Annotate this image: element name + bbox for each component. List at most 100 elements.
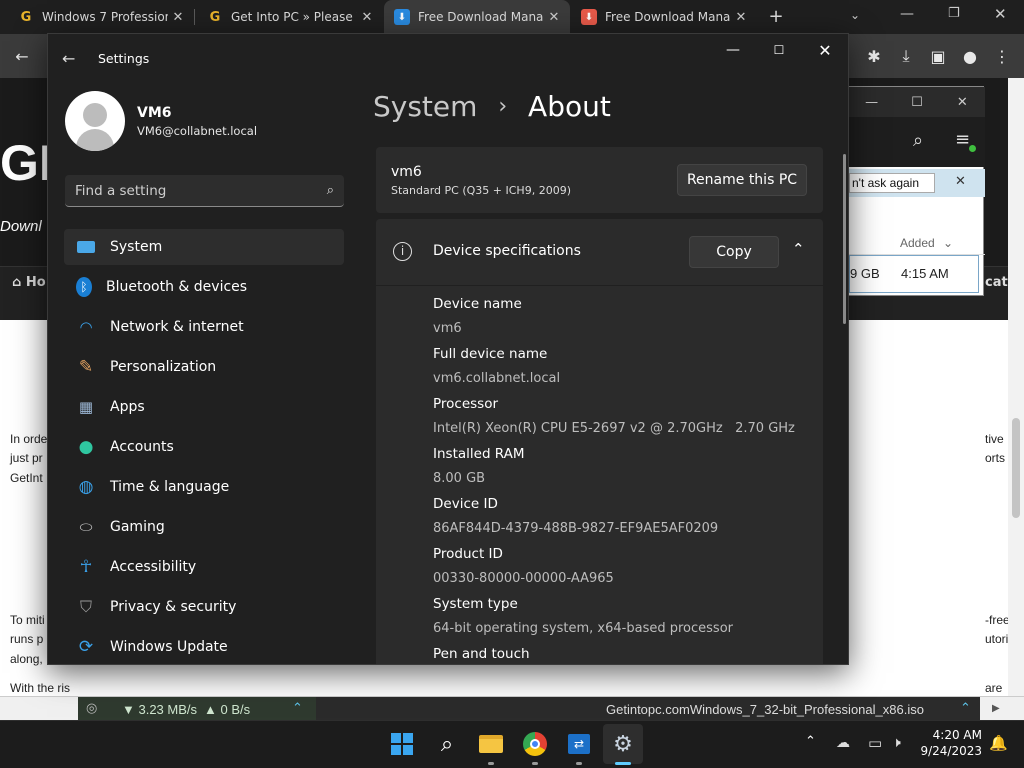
page-text-line: just pr	[10, 451, 43, 465]
page-text-line: GetInt	[10, 471, 43, 485]
nav-item-gaming[interactable]: ⬭ Gaming	[64, 509, 344, 545]
download-icon[interactable]: ⤓	[890, 40, 922, 72]
network-icon[interactable]: ▭	[868, 734, 882, 752]
rename-pc-button[interactable]: Rename this PC	[677, 164, 807, 196]
file-explorer-icon[interactable]	[471, 724, 511, 764]
browser-menu-icon[interactable]: ⋮	[986, 40, 1018, 72]
copy-button[interactable]: Copy	[689, 236, 779, 268]
browser-tab-2[interactable]: G Get Into PC » Please Wait ✕	[197, 0, 383, 34]
close-button[interactable]: ✕	[802, 34, 848, 66]
expand-chevron-icon[interactable]: ⌃	[292, 701, 303, 716]
dm-maximize-button[interactable]: ☐	[894, 95, 939, 110]
tray-app-icon[interactable]: ☁	[836, 735, 850, 751]
dm-download-row[interactable]: 9 GB 4:15 AM	[849, 255, 979, 293]
page-text-line: tive	[985, 432, 1004, 446]
scroll-right-icon[interactable]: ▶	[992, 703, 1000, 714]
dm-menu-icon[interactable]: ≡	[955, 129, 970, 150]
dm-close-button[interactable]: ✕	[940, 95, 985, 110]
nav-item-accounts[interactable]: ● Accounts	[64, 429, 344, 465]
nav-item-apps[interactable]: ▦ Apps	[64, 389, 344, 425]
back-arrow-icon[interactable]: ←	[6, 40, 38, 72]
scrollbar-thumb[interactable]	[1012, 418, 1020, 518]
download-speed: ▼ 3.23 MB/s	[122, 702, 198, 717]
specs-title: Device specifications	[433, 243, 581, 259]
settings-taskbar-icon[interactable]: ⚙	[603, 724, 643, 764]
nav-label: System	[110, 239, 163, 255]
close-tab-icon[interactable]: ✕	[357, 10, 377, 25]
remote-app-icon[interactable]: ⇄	[559, 724, 599, 764]
new-tab-button[interactable]: +	[764, 6, 788, 28]
accessibility-icon: ☥	[79, 557, 93, 577]
browser-maximize-button[interactable]: ❐	[948, 6, 960, 21]
close-tab-icon[interactable]: ✕	[544, 10, 564, 25]
extensions-icon[interactable]: ✱	[858, 40, 890, 72]
back-arrow-icon[interactable]: ←	[62, 49, 75, 68]
taskbar-search-icon[interactable]: ⌕	[427, 724, 467, 764]
home-icon: ⌂	[12, 275, 26, 290]
breadcrumb-parent[interactable]: System	[373, 90, 477, 123]
nav-item-accessibility[interactable]: ☥ Accessibility	[64, 549, 344, 585]
tray-chevron-icon[interactable]: ⌃	[805, 734, 816, 749]
info-icon: i	[393, 242, 412, 261]
breadcrumb: System › About	[373, 90, 611, 123]
nav-item-system[interactable]: System	[64, 229, 344, 265]
device-specs-header[interactable]: i Device specifications Copy ⌃	[376, 219, 823, 285]
page-text-line: -free	[985, 613, 1010, 627]
window-title: Settings	[98, 51, 150, 66]
chrome-icon[interactable]	[515, 724, 555, 764]
download-chevron-icon[interactable]: ⌃	[960, 701, 971, 716]
nav-item-time-language[interactable]: ◍ Time & language	[64, 469, 344, 505]
close-tab-icon[interactable]: ✕	[168, 10, 188, 25]
profile-icon[interactable]: ●	[954, 40, 986, 72]
content-scrollbar[interactable]	[843, 154, 846, 324]
start-button[interactable]	[382, 724, 422, 764]
dm-titlebar: — ☐ ✕	[849, 87, 985, 117]
site-tagline: Downl	[0, 218, 42, 235]
nav-item-bluetooth[interactable]: ᛒ Bluetooth & devices	[64, 269, 344, 305]
minimize-button[interactable]: —	[710, 34, 756, 66]
clock[interactable]: 4:20 AM 9/24/2023	[918, 728, 982, 758]
tab-search-icon[interactable]: ⌄	[850, 8, 860, 22]
close-tab-icon[interactable]: ✕	[731, 10, 751, 25]
close-banner-icon[interactable]: ✕	[955, 174, 966, 189]
browser-tab-1[interactable]: G Windows 7 Professional ✕	[8, 0, 194, 34]
browser-close-button[interactable]: ✕	[994, 5, 1007, 23]
browser-minimize-button[interactable]: —	[900, 6, 914, 22]
tab-title: Free Download Manager	[605, 10, 731, 24]
avatar[interactable]	[65, 91, 125, 151]
nav-item-privacy[interactable]: ⛉ Privacy & security	[64, 589, 344, 625]
search-input[interactable]: Find a setting ⌕	[65, 175, 344, 207]
nav-label: Accessibility	[110, 559, 197, 575]
spec-label: System type	[433, 596, 518, 612]
fdm-logo-icon: ◎	[86, 701, 98, 716]
dont-ask-again-button[interactable]: n't ask again	[849, 173, 935, 193]
nav-label: Apps	[110, 399, 145, 415]
gamepad-icon: ⬭	[79, 518, 93, 536]
page-scrollbar[interactable]	[1008, 78, 1024, 718]
nav-item-personalization[interactable]: ✎ Personalization	[64, 349, 344, 385]
dm-minimize-button[interactable]: —	[849, 95, 894, 110]
apps-icon: ▦	[78, 398, 94, 416]
notification-bell-icon[interactable]: 🔔	[989, 734, 1008, 752]
spec-label: Installed RAM	[433, 446, 525, 462]
nav-item-windows-update[interactable]: ⟳ Windows Update	[64, 629, 344, 664]
nav-item-network[interactable]: ◠ Network & internet	[64, 309, 344, 345]
collapse-chevron-icon[interactable]: ⌃	[792, 240, 805, 258]
tab-title: Free Download Manager	[418, 10, 544, 24]
browser-tab-4[interactable]: ⬇ Free Download Manager ✕	[571, 0, 757, 34]
upload-speed: ▲ 0 B/s	[204, 702, 251, 717]
download-bar: ◎ ▼ 3.23 MB/s ▲ 0 B/s ⌃ Getintopc.comWin…	[0, 696, 1024, 723]
maximize-button[interactable]: ☐	[756, 34, 802, 66]
spec-label: Device ID	[433, 496, 498, 512]
pc-model: Standard PC (Q35 + ICH9, 2009)	[391, 184, 571, 197]
dm-search-icon[interactable]: ⌕	[913, 130, 923, 151]
browser-tab-3[interactable]: ⬇ Free Download Manager ✕	[384, 0, 570, 34]
side-panel-icon[interactable]: ▣	[922, 40, 954, 72]
nav-home-label: Ho	[25, 275, 46, 290]
nav-home[interactable]: ⌂ Ho	[12, 275, 46, 290]
added-column[interactable]: Added	[900, 236, 935, 250]
globe-clock-icon: ◍	[78, 477, 94, 497]
page-text-line: are	[985, 681, 1003, 695]
dm-column-header: Added ⌄	[849, 233, 985, 255]
volume-muted-icon[interactable]: 🕨	[892, 735, 901, 751]
